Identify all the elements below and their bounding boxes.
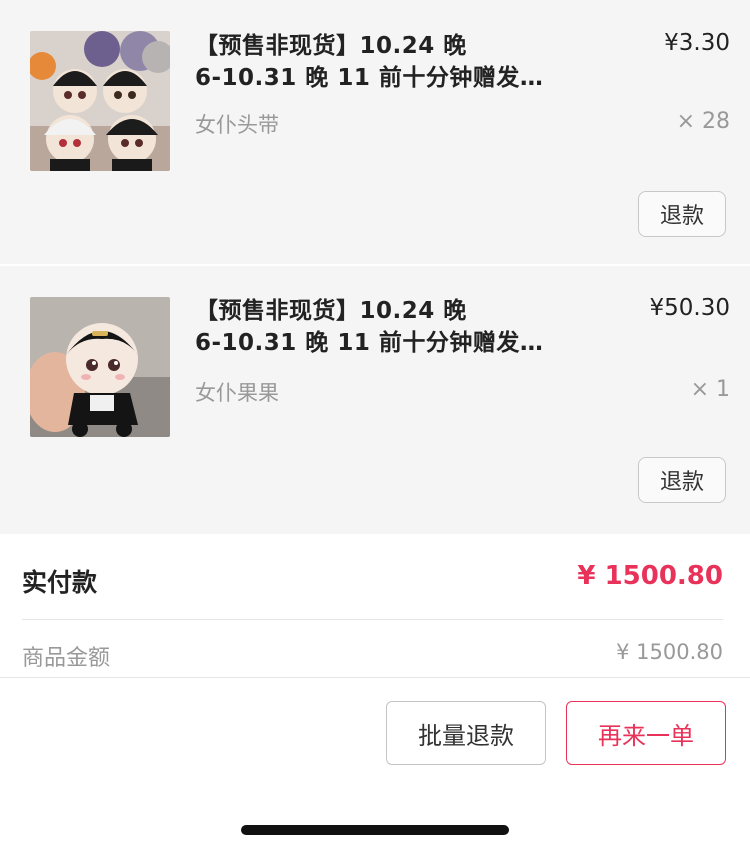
- item-variant: 女仆果果: [195, 381, 279, 405]
- summary-divider: [22, 619, 723, 620]
- footer-divider: [0, 677, 750, 678]
- refund-button[interactable]: 退款: [638, 191, 726, 237]
- product-title-line: 6-10.31 晚 11 前十分钟赠发…: [195, 330, 544, 356]
- goods-amount-value: ¥ 1500.80: [616, 640, 723, 664]
- reorder-button[interactable]: 再来一单: [566, 701, 726, 765]
- item-quantity: × 1: [690, 377, 730, 402]
- refund-button[interactable]: 退款: [638, 457, 726, 503]
- home-indicator[interactable]: [241, 825, 509, 835]
- product-title-line: 【预售非现货】10.24 晚: [195, 33, 467, 59]
- item-price: ¥3.30: [664, 30, 730, 56]
- order-item[interactable]: 【预售非现货】10.24 晚 6-10.31 晚 11 前十分钟赠发… ¥50.…: [0, 266, 750, 534]
- batch-refund-button[interactable]: 批量退款: [386, 701, 546, 765]
- product-thumbnail[interactable]: [30, 31, 170, 171]
- payment-summary: 实付款 ¥ 1500.80 商品金额 ¥ 1500.80: [0, 534, 750, 676]
- product-thumbnail[interactable]: [30, 297, 170, 437]
- paid-amount: ¥ 1500.80: [577, 561, 723, 591]
- goods-amount-label: 商品金额: [22, 646, 111, 671]
- plush-dolls-photo-icon: [30, 31, 170, 171]
- paid-label: 实付款: [22, 568, 98, 597]
- product-title[interactable]: 【预售非现货】10.24 晚 6-10.31 晚 11 前十分钟赠发…: [195, 30, 565, 94]
- product-title-line: 6-10.31 晚 11 前十分钟赠发…: [195, 65, 544, 91]
- item-price: ¥50.30: [649, 295, 730, 321]
- item-variant: 女仆头带: [195, 113, 279, 137]
- item-quantity: × 28: [676, 109, 730, 134]
- product-title-line: 【预售非现货】10.24 晚: [195, 298, 467, 324]
- product-title[interactable]: 【预售非现货】10.24 晚 6-10.31 晚 11 前十分钟赠发…: [195, 295, 565, 359]
- order-item[interactable]: 【预售非现货】10.24 晚 6-10.31 晚 11 前十分钟赠发… ¥3.3…: [0, 0, 750, 264]
- plush-doll-in-hand-photo-icon: [30, 297, 170, 437]
